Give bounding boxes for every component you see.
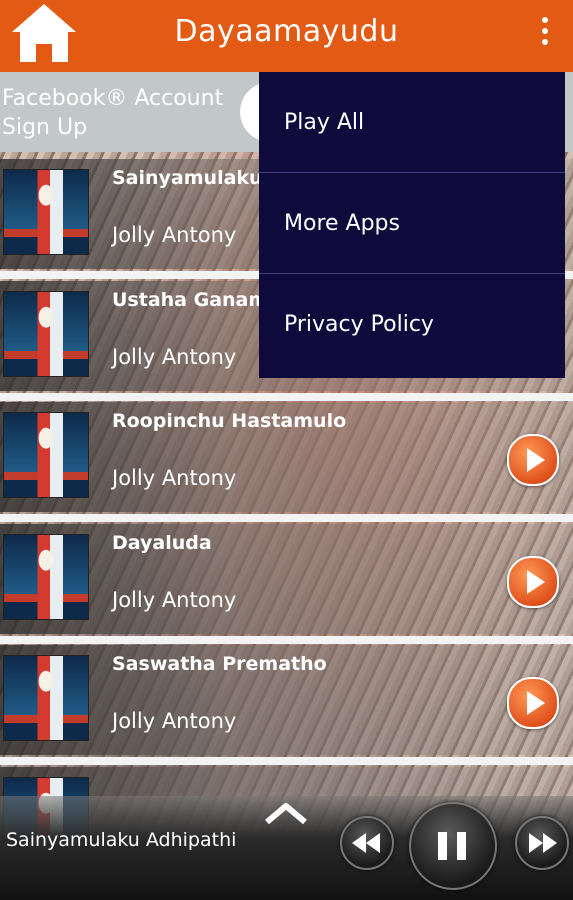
- song-artist: Jolly Antony: [112, 345, 237, 369]
- list-item[interactable]: Roopinchu Hastamulo Jolly Antony: [0, 402, 573, 522]
- song-title: Sainyamulaku: [112, 167, 263, 189]
- play-icon[interactable]: [507, 556, 559, 608]
- menu-item-play-all[interactable]: Play All: [259, 72, 565, 173]
- album-thumbnail: [3, 291, 89, 377]
- album-thumbnail: [3, 655, 89, 741]
- chevron-up-icon[interactable]: [263, 800, 309, 826]
- overflow-menu: Play All More Apps Privacy Policy: [259, 72, 565, 378]
- play-icon[interactable]: [507, 434, 559, 486]
- mini-player: Sainyamulaku Adhipathi: [0, 796, 573, 900]
- rewind-icon[interactable]: [340, 816, 394, 870]
- menu-item-more-apps[interactable]: More Apps: [259, 173, 565, 274]
- app-bar: Dayaamayudu: [0, 0, 573, 72]
- song-title: Saswatha Prematho: [112, 653, 327, 675]
- album-thumbnail: [3, 169, 89, 255]
- facebook-signup-text: Facebook® Account Sign Up: [2, 86, 224, 140]
- list-item[interactable]: Saswatha Prematho Jolly Antony: [0, 645, 573, 765]
- song-artist: Jolly Antony: [112, 588, 237, 612]
- now-playing-title: Sainyamulaku Adhipathi: [6, 829, 237, 851]
- song-title: Roopinchu Hastamulo: [112, 410, 347, 432]
- list-item[interactable]: Dayaluda Jolly Antony: [0, 524, 573, 644]
- pause-icon[interactable]: [409, 802, 497, 890]
- album-thumbnail: [3, 412, 89, 498]
- overflow-menu-icon[interactable]: [537, 14, 553, 54]
- song-title: Dayaluda: [112, 532, 212, 554]
- play-icon[interactable]: [507, 677, 559, 729]
- song-title: Ustaha Ganam: [112, 289, 269, 311]
- page-title: Dayaamayudu: [174, 14, 399, 49]
- song-artist: Jolly Antony: [112, 709, 237, 733]
- menu-item-privacy-policy[interactable]: Privacy Policy: [259, 274, 565, 375]
- album-thumbnail: [3, 534, 89, 620]
- fast-forward-icon[interactable]: [515, 816, 569, 870]
- song-artist: Jolly Antony: [112, 466, 237, 490]
- song-artist: Jolly Antony: [112, 223, 237, 247]
